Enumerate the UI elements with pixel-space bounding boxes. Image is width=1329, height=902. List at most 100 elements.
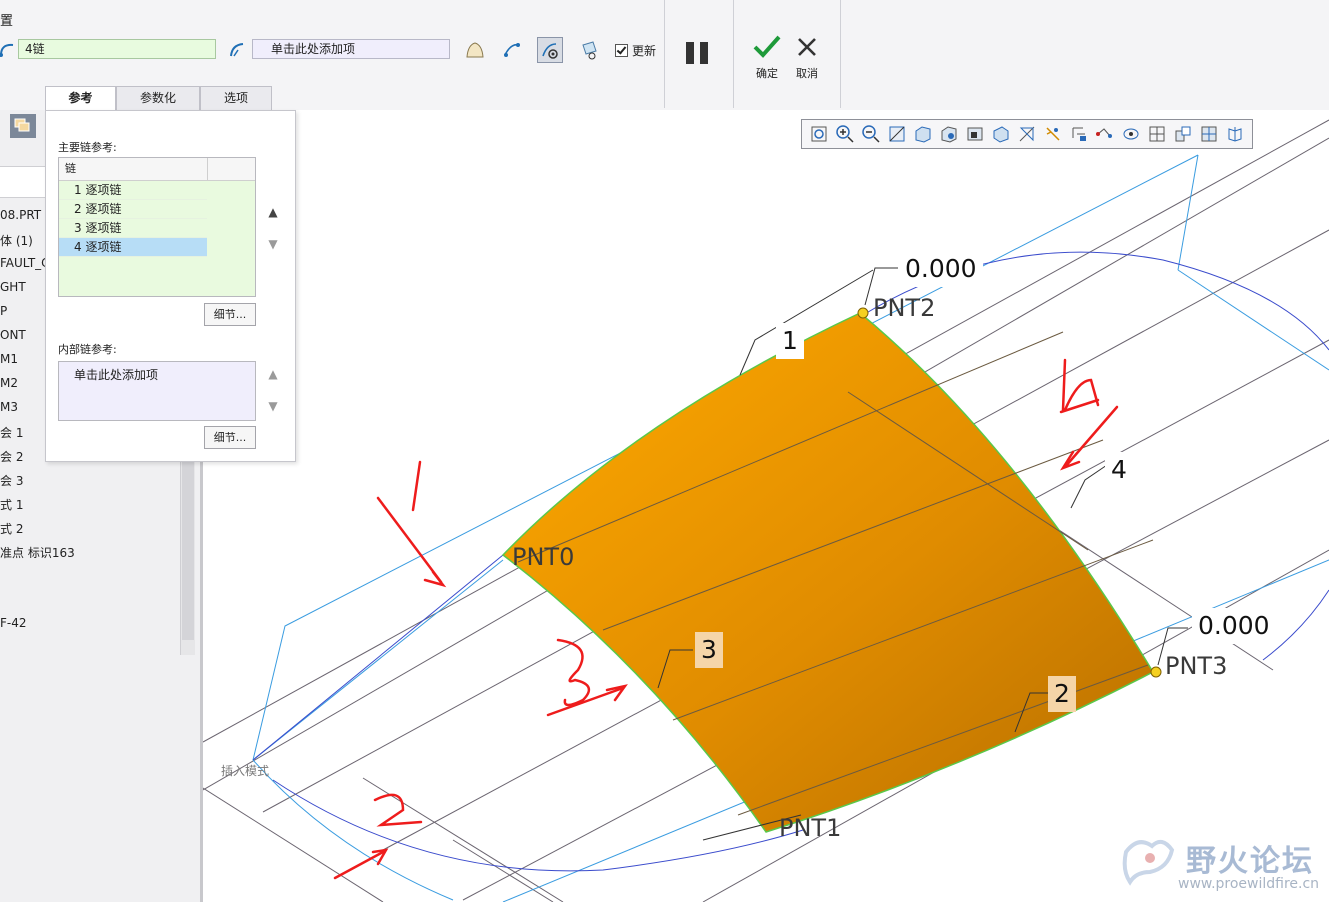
- reference-collector-input[interactable]: 单击此处添加项: [252, 39, 450, 59]
- view-manager-icon[interactable]: [1172, 123, 1194, 145]
- tree-item[interactable]: 会 3: [0, 472, 23, 489]
- pause-bar: [700, 42, 708, 64]
- tab-options[interactable]: 选项: [200, 86, 272, 110]
- check-icon: [753, 35, 781, 58]
- appearance-icon[interactable]: [1198, 123, 1220, 145]
- divider: [840, 0, 841, 108]
- main-detail-button[interactable]: 细节...: [204, 303, 256, 326]
- edge-label-4[interactable]: 4: [1105, 452, 1133, 488]
- tree-item[interactable]: 准点 标识163: [0, 544, 75, 561]
- move-up-icon[interactable]: ▲: [266, 205, 280, 219]
- checkbox-mark: [615, 44, 628, 57]
- simulation-icon[interactable]: [1224, 123, 1246, 145]
- inner-chain-list[interactable]: 单击此处添加项: [58, 361, 256, 421]
- tree-item[interactable]: GHT: [0, 280, 26, 294]
- tree-item[interactable]: 会 1: [0, 424, 23, 441]
- dimension-top[interactable]: 0.000: [899, 251, 983, 287]
- move-down-icon[interactable]: ▼: [266, 237, 280, 251]
- surface-button[interactable]: [462, 37, 488, 63]
- tree-item[interactable]: 体 (1): [0, 232, 33, 249]
- chain-icon: [0, 43, 14, 57]
- tree-item[interactable]: ONT: [0, 328, 26, 342]
- zoom-in-icon[interactable]: [834, 123, 856, 145]
- chain-row[interactable]: 1 逐项链: [59, 181, 207, 200]
- edge-label-3[interactable]: 3: [695, 632, 723, 668]
- reference-icon[interactable]: [228, 41, 246, 59]
- tree-item[interactable]: F-42: [0, 616, 27, 630]
- tree-item[interactable]: 08.PRT: [0, 208, 41, 222]
- refit-icon[interactable]: [808, 123, 830, 145]
- references-panel: 主要链参考: 链 1 逐项链 2 逐项链 3 逐项链 4 逐项链 ▲ ▼ 细节.…: [45, 110, 296, 462]
- tree-item[interactable]: M3: [0, 400, 18, 414]
- chain-collector-input[interactable]: 4链: [18, 39, 216, 59]
- saved-views-icon[interactable]: [964, 123, 986, 145]
- cancel-button[interactable]: 取消: [787, 34, 827, 81]
- inner-chain-placeholder: 单击此处添加项: [74, 368, 159, 382]
- tree-item[interactable]: FAULT_C: [0, 256, 50, 270]
- forum-watermark: 野火论坛 www.proewildfire.cn: [1118, 832, 1328, 902]
- inner-chain-label: 内部链参考:: [58, 343, 117, 356]
- main-chain-label: 主要链参考:: [58, 141, 117, 154]
- csys-display-icon[interactable]: [1068, 123, 1090, 145]
- edge-label-1[interactable]: 1: [776, 323, 804, 359]
- inner-move-up-icon[interactable]: ▲: [266, 367, 280, 381]
- model-canvas: [203, 119, 1329, 902]
- curve-points-icon: [504, 43, 520, 57]
- point-label-pnt3: PNT3: [1165, 652, 1228, 680]
- display-style-icon[interactable]: [912, 123, 934, 145]
- point-label-pnt1: PNT1: [779, 814, 842, 842]
- tree-item[interactable]: M1: [0, 352, 18, 366]
- glasses-icon: [582, 41, 597, 60]
- tree-icon-button[interactable]: [10, 114, 36, 138]
- ok-label: 确定: [756, 67, 778, 80]
- tree-item[interactable]: M2: [0, 376, 18, 390]
- main-chain-list[interactable]: 链 1 逐项链 2 逐项链 3 逐项链 4 逐项链: [58, 157, 256, 297]
- watermark-title: 野火论坛: [1186, 844, 1314, 879]
- chain-row-selected[interactable]: 4 逐项链: [59, 238, 207, 257]
- spin-center-icon[interactable]: [1094, 123, 1116, 145]
- point-label-pnt0: PNT0: [512, 543, 575, 571]
- tree-item[interactable]: 式 2: [0, 520, 23, 537]
- dimension-right[interactable]: 0.000: [1192, 608, 1276, 644]
- update-checkbox[interactable]: 更新: [615, 42, 656, 59]
- inner-detail-button[interactable]: 细节...: [204, 426, 256, 449]
- vertex-pnt2[interactable]: [857, 307, 869, 319]
- chain-column-header-empty: [208, 158, 214, 180]
- pause-button[interactable]: [686, 42, 710, 66]
- boundary-blend-surface[interactable]: [501, 312, 1155, 833]
- vertex-pnt3[interactable]: [1150, 666, 1162, 678]
- ribbon-title: 置: [0, 14, 14, 29]
- close-icon: [798, 38, 816, 56]
- point-label-pnt2: PNT2: [873, 294, 936, 322]
- ok-button[interactable]: 确定: [747, 34, 787, 81]
- tab-parameterization[interactable]: 参数化: [116, 86, 200, 110]
- layers-icon: [14, 118, 30, 132]
- zoom-out-icon[interactable]: [860, 123, 882, 145]
- graphics-window[interactable]: 插入模式: [203, 110, 1329, 902]
- watermark-url: www.proewildfire.cn: [1178, 876, 1320, 892]
- cancel-label: 取消: [796, 67, 818, 80]
- edge-label-2[interactable]: 2: [1048, 676, 1076, 712]
- inner-move-down-icon[interactable]: ▼: [266, 399, 280, 413]
- repaint-icon[interactable]: [886, 123, 908, 145]
- point-display-icon[interactable]: [1042, 123, 1064, 145]
- update-label: 更新: [632, 44, 657, 58]
- chain-row[interactable]: 2 逐项链: [59, 200, 207, 219]
- annotation-icon[interactable]: [1120, 123, 1142, 145]
- saved-orientation-icon[interactable]: [938, 123, 960, 145]
- verify-button[interactable]: [576, 37, 602, 63]
- tab-references[interactable]: 参考: [45, 86, 116, 110]
- chain-column-header: 链: [59, 158, 208, 180]
- preview-button[interactable]: [537, 37, 563, 63]
- tree-item[interactable]: 式 1: [0, 496, 23, 513]
- chain-list-header: 链: [59, 158, 255, 181]
- tree-item[interactable]: P: [0, 304, 7, 318]
- chain-row[interactable]: 3 逐项链: [59, 219, 207, 238]
- tree-item[interactable]: 会 2: [0, 448, 23, 465]
- surface-icon: [466, 42, 484, 58]
- layer-icon[interactable]: [1146, 123, 1168, 145]
- datum-display-icon[interactable]: [1016, 123, 1038, 145]
- forum-logo-icon: [1122, 839, 1175, 886]
- approximate-button[interactable]: [499, 37, 525, 63]
- section-icon[interactable]: [990, 123, 1012, 145]
